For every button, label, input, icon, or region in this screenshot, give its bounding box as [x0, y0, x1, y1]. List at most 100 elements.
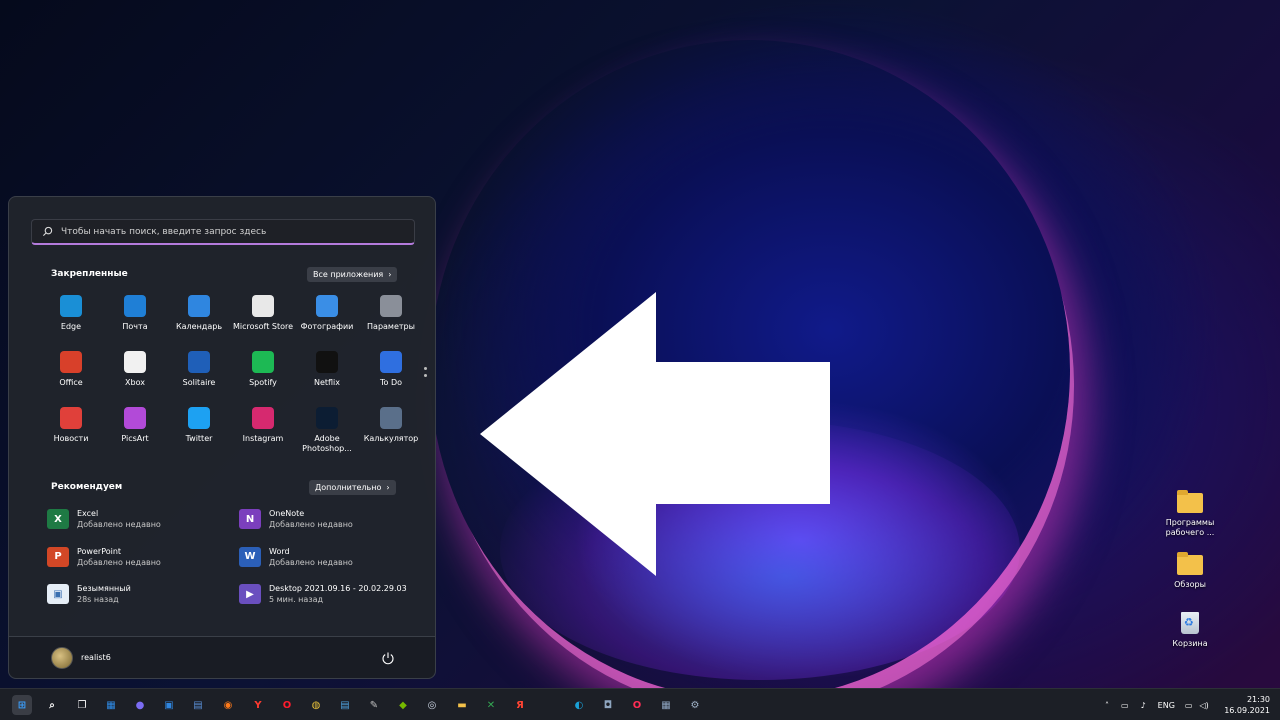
keyboard-icon[interactable]: ▭	[1121, 701, 1129, 710]
pinned-app[interactable]: Solitaire	[167, 349, 231, 405]
recommended-title: Рекомендуем	[51, 482, 123, 492]
recommended-item[interactable]: P PowerPoint Добавлено недавно	[47, 546, 239, 585]
pinned-app[interactable]: Почта	[103, 293, 167, 349]
pinned-app[interactable]: Xbox	[103, 349, 167, 405]
chat-button[interactable]: ●	[130, 695, 150, 715]
photos-icon	[316, 295, 338, 317]
pinned-app[interactable]: Фотографии	[295, 293, 359, 349]
pinned-app[interactable]: PicsArt	[103, 405, 167, 461]
recommended-item[interactable]: ▣ Безымянный 28s назад	[47, 584, 239, 622]
recommended-name: Desktop 2021.09.16 - 20.02.29.03	[269, 584, 407, 593]
yandex-browser-button[interactable]: Я	[510, 695, 530, 715]
instagram-icon	[252, 407, 274, 429]
clock[interactable]: 21:30 16.09.2021	[1224, 694, 1270, 716]
avatar[interactable]	[51, 647, 73, 669]
edge-icon	[60, 295, 82, 317]
pinned-app[interactable]: Новости	[39, 405, 103, 461]
pinned-app[interactable]: Instagram	[231, 405, 295, 461]
settings-button[interactable]: ⚙	[685, 695, 705, 715]
chrome-button[interactable]: ◍	[306, 695, 326, 715]
spotify-icon	[252, 351, 274, 373]
pinned-app-label: Office	[59, 378, 83, 387]
language-indicator[interactable]: ENG	[1158, 701, 1175, 710]
pinned-app[interactable]: Twitter	[167, 405, 231, 461]
chevron-right-icon: ›	[388, 270, 392, 279]
store-button[interactable]: ▣	[159, 695, 179, 715]
pinned-app-label: Solitaire	[182, 378, 216, 387]
edge-button[interactable]: ◐	[569, 695, 589, 715]
task-view-button[interactable]: ❐	[72, 695, 92, 715]
app-button[interactable]: ▤	[188, 695, 208, 715]
recycle-bin-icon	[1181, 612, 1199, 634]
opera-gx-button[interactable]: O	[627, 695, 647, 715]
pinned-app[interactable]: Office	[39, 349, 103, 405]
nvidia-button[interactable]: ◆	[393, 695, 413, 715]
pinned-app-label: Xbox	[125, 378, 145, 387]
pinned-app-label: Netflix	[313, 378, 341, 387]
pinned-app[interactable]: To Do	[359, 349, 423, 405]
pinned-app[interactable]: Калькулятор	[359, 405, 423, 461]
pinned-app[interactable]: Netflix	[295, 349, 359, 405]
firefox-button[interactable]: ◉	[218, 695, 238, 715]
arrow-left-graphic	[480, 292, 830, 576]
pinned-app-label: Календарь	[175, 322, 223, 331]
powerpoint-icon: P	[47, 546, 69, 567]
app-button-2[interactable]: ✎	[364, 695, 384, 715]
recommended-subtitle: 28s назад	[77, 595, 119, 604]
pinned-app-label: Microsoft Store	[232, 322, 294, 331]
office-icon	[60, 351, 82, 373]
explorer-button[interactable]: ▬	[452, 695, 472, 715]
clock-time: 21:30	[1246, 695, 1270, 704]
steam-button[interactable]: ◎	[422, 695, 442, 715]
opera-button[interactable]: O	[277, 695, 297, 715]
search-box[interactable]: Чтобы начать поиск, введите запрос здесь	[31, 219, 415, 245]
gear-icon	[380, 295, 402, 317]
pinned-app[interactable]: Spotify	[231, 349, 295, 405]
recommended-item[interactable]: ▶ Desktop 2021.09.16 - 20.02.29.03 5 мин. …	[239, 584, 431, 622]
more-button[interactable]: Дополнительно ›	[309, 480, 396, 495]
recommended-item[interactable]: W Word Добавлено недавно	[239, 546, 431, 585]
power-icon[interactable]	[381, 651, 395, 665]
pinned-app[interactable]: Adobe Photoshop...	[295, 405, 359, 461]
pinned-title: Закрепленные	[51, 269, 128, 279]
user-name[interactable]: realist6	[81, 653, 111, 662]
start-button[interactable]: ⊞	[12, 695, 32, 715]
recommended-name: Excel	[77, 509, 99, 518]
xbox-button[interactable]: ✕	[481, 695, 501, 715]
microphone-icon[interactable]: ♪	[1141, 701, 1146, 710]
camera-button[interactable]: ◘	[598, 695, 618, 715]
recommended-name: Word	[269, 546, 290, 556]
pinned-app-label: Adobe Photoshop...	[302, 434, 352, 453]
desktop-icon-label: Обзоры	[1174, 580, 1206, 589]
more-label: Дополнительно	[315, 483, 382, 492]
pinned-app-label: Фотографии	[300, 322, 354, 331]
widgets-button[interactable]: ▦	[101, 695, 121, 715]
desktop-folder-reviews[interactable]: Обзоры	[1155, 552, 1225, 590]
chevron-up-icon[interactable]: ˄	[1105, 701, 1109, 710]
recommended-name: PowerPoint	[77, 546, 122, 556]
pinned-app[interactable]: Календарь	[167, 293, 231, 349]
calculator-button[interactable]: ▦	[656, 695, 676, 715]
pinned-app[interactable]: Microsoft Store	[231, 293, 295, 349]
pinned-app-label: To Do	[379, 378, 403, 387]
pinned-app-label: Edge	[60, 322, 82, 331]
start-footer: realist6	[9, 636, 435, 678]
cards-icon	[188, 351, 210, 373]
start-menu: Чтобы начать поиск, введите запрос здесь…	[8, 196, 436, 679]
recommended-item[interactable]: N OneNote Добавлено недавно	[239, 509, 431, 547]
desktop-folder-programs[interactable]: Программы рабочего ...	[1155, 490, 1225, 538]
system-tray: ˄ ▭ ♪ ENG ▭ ◁)	[1105, 689, 1209, 720]
pinned-app[interactable]: Параметры	[359, 293, 423, 349]
volume-icon[interactable]: ◁)	[1199, 701, 1208, 710]
desktop-recycle-bin[interactable]: Корзина	[1155, 612, 1225, 649]
pinned-app-label: Spotify	[249, 378, 277, 387]
network-icon[interactable]: ▭	[1185, 701, 1193, 710]
search-button[interactable]: ⌕	[42, 695, 62, 715]
all-apps-button[interactable]: Все приложения ›	[307, 267, 398, 282]
page-dots[interactable]	[424, 367, 428, 381]
recommended-item[interactable]: X Excel Добавлено недавно	[47, 509, 239, 547]
yandex-button[interactable]: Y	[248, 695, 268, 715]
pinned-app[interactable]: Edge	[39, 293, 103, 349]
recommended-name: Безымянный	[77, 584, 131, 593]
notepad-button[interactable]: ▤	[335, 695, 355, 715]
